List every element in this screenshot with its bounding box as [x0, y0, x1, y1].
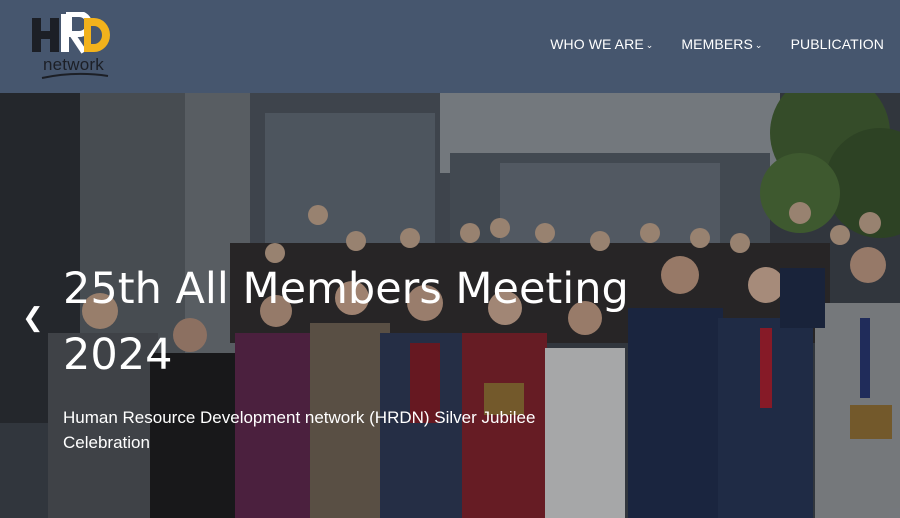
chevron-down-icon: ⌄ [754, 39, 763, 50]
logo-mark-icon [32, 12, 110, 54]
nav-publication[interactable]: PUBLICATION [791, 36, 884, 52]
nav-who-we-are[interactable]: WHO WE ARE ⌄ [550, 36, 653, 52]
chevron-left-icon[interactable]: ❮ [22, 305, 44, 331]
hrdn-logo[interactable]: network [30, 12, 114, 82]
slide-subtitle: Human Resource Development network (HRDN… [63, 408, 536, 452]
nav-label: WHO WE ARE [550, 36, 644, 52]
site-header: network WHO WE ARE ⌄ MEMBERS ⌄ PUBLICATI… [0, 0, 900, 93]
main-nav: WHO WE ARE ⌄ MEMBERS ⌄ PUBLICATION [522, 36, 884, 52]
nav-label: PUBLICATION [790, 36, 884, 52]
logo-swoosh-icon [41, 72, 109, 79]
nav-members[interactable]: MEMBERS ⌄ [681, 36, 762, 52]
chevron-down-icon: ⌄ [645, 39, 654, 50]
hero-slider: ❮ 25th All Members Meeting 2024 Human Re… [0, 93, 900, 518]
slide-title: 25th All Members Meeting 2024 [63, 264, 629, 380]
nav-label: MEMBERS [681, 36, 753, 52]
